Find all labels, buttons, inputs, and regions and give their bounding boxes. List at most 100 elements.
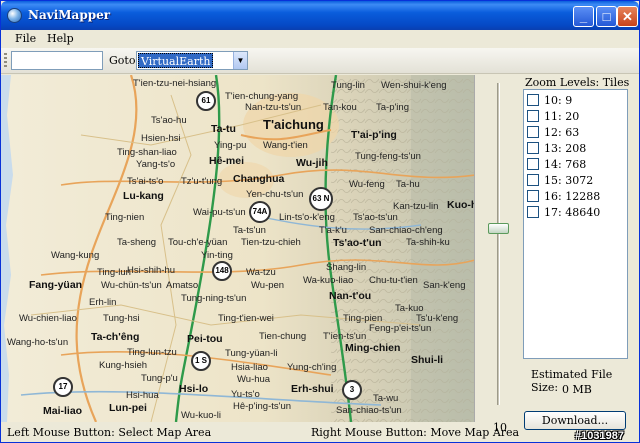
zoom-level-item[interactable]: 15: 3072 — [527, 172, 627, 188]
title-bar[interactable]: NaviMapper _ □ ✕ — [1, 1, 639, 30]
map-label: Tien-chung — [259, 331, 307, 342]
map-label: Ta-wu — [373, 393, 399, 404]
zoom-level-item[interactable]: 12: 63 — [527, 124, 627, 140]
maximize-button[interactable]: □ — [596, 6, 617, 27]
status-left-hint: Left Mouse Button: Select Map Area — [7, 426, 212, 439]
map-label: Chu-tu-t'ien — [369, 275, 418, 286]
map-label: Hsien-hsi — [141, 133, 181, 144]
map-label: Ting-nien — [105, 212, 145, 223]
map-label: Fang-yüan — [29, 279, 83, 291]
route-shield: 74A — [249, 201, 271, 223]
zoom-level-item[interactable]: 13: 208 — [527, 140, 627, 156]
download-button[interactable]: Download... — [524, 411, 626, 430]
location-input[interactable] — [11, 51, 103, 70]
zoom-level-item[interactable]: 16: 12288 — [527, 188, 627, 204]
map-label: Hsi-hua — [126, 390, 159, 401]
map-label: Lu-kang — [123, 190, 164, 202]
map-label: Yu-ts'o — [231, 389, 260, 400]
minimize-button[interactable]: _ — [573, 6, 594, 27]
zoom-level-checkbox[interactable] — [527, 174, 539, 186]
route-shield: 63 N — [309, 187, 333, 211]
watermark: #1031987 — [575, 430, 624, 442]
zoom-levels-title: Zoom Levels: Tiles — [525, 76, 630, 89]
map-label: Yang-ts'o — [136, 159, 176, 170]
zoom-level-item[interactable]: 17: 48640 — [527, 204, 627, 220]
map-label: Wang-ho-ts'un — [7, 337, 69, 348]
close-icon: ✕ — [622, 9, 633, 24]
map-label: Ting-lun-tzu — [127, 347, 177, 358]
map-label: Lun-pei — [109, 402, 147, 414]
map-label: Ta-shih-ku — [406, 237, 450, 248]
menu-file[interactable]: File — [15, 32, 36, 45]
goto-selected-value: VirtualEarth — [138, 53, 214, 68]
map-label: T'ien-tzu-nei-hsiang — [133, 78, 217, 89]
map-label: Ts'ao-hu — [151, 115, 187, 126]
chevron-down-icon[interactable]: ▼ — [233, 52, 247, 69]
map-label: Ts'ai-ts'o — [127, 176, 164, 187]
map-label: San-k'eng — [423, 280, 466, 291]
map-label: Wa-tzu — [246, 267, 276, 278]
map-label: Ta-ts'un — [233, 225, 266, 236]
slider-track[interactable] — [497, 83, 500, 405]
map-label: T'ai-p'ing — [351, 129, 397, 141]
map-label: T'ien-chung-yang — [225, 91, 299, 102]
map-label: Kan-tzu-lin — [393, 201, 439, 212]
map-label: Nan-t'ou — [329, 290, 372, 302]
map-label: Changhua — [233, 173, 285, 185]
map-label: Hê-p'ing-ts'un — [233, 401, 292, 412]
map-label: Kuo-h — [447, 199, 475, 211]
map-label: Erh-shui — [291, 383, 334, 395]
zoom-level-checkbox[interactable] — [527, 190, 539, 202]
map-label: Wu-chien-liao — [19, 313, 77, 324]
map-label: Wai-pu-ts'un — [193, 207, 246, 218]
map-label: T'ien-ts'un — [323, 331, 367, 342]
map-label: Wu-hua — [237, 374, 271, 385]
map-label: Wu-jih — [296, 157, 328, 169]
zoom-level-checkbox[interactable] — [527, 142, 539, 154]
zoom-level-checkbox[interactable] — [527, 94, 539, 106]
map-label: Tan-kou — [323, 102, 357, 113]
toolbar-grip-icon[interactable] — [4, 53, 7, 69]
zoom-level-checkbox[interactable] — [527, 206, 539, 218]
close-button[interactable]: ✕ — [617, 6, 638, 27]
zoom-level-checkbox[interactable] — [527, 126, 539, 138]
estimated-size-value: 0 MB — [562, 383, 592, 396]
map-label: San-chiao-ch'eng — [369, 225, 443, 236]
map-label: Yen-chu-ts'un — [246, 189, 304, 200]
map-label: Tung-ning-ts'un — [181, 293, 247, 304]
map-label: Hsia-liao — [231, 362, 268, 373]
zoom-level-item[interactable]: 10: 9 — [527, 92, 627, 108]
map-label: Ta-hu — [396, 179, 420, 190]
minimize-icon: _ — [579, 9, 588, 24]
map-label: Ta-tu — [211, 123, 236, 135]
map-label: Hsi-shih-hu — [127, 265, 176, 276]
route-shield: 3 — [342, 380, 362, 400]
zoom-level-item[interactable]: 11: 20 — [527, 108, 627, 124]
zoom-levels-list[interactable]: 10: 9 11: 20 12: 63 13: 208 14: 768 15: … — [523, 89, 628, 359]
window-title: NaviMapper — [28, 8, 111, 22]
menu-help[interactable]: Help — [47, 32, 74, 45]
zoom-slider[interactable]: 10 — [477, 75, 521, 434]
map-label: Ming-chien — [345, 342, 401, 354]
map-label: Ying-pu — [214, 140, 247, 151]
map-label: Yung-ch'ing — [287, 362, 337, 373]
zoom-level-checkbox[interactable] — [527, 158, 539, 170]
map-label: Lin-ts'o-k'eng — [279, 212, 335, 223]
zoom-level-checkbox[interactable] — [527, 110, 539, 122]
goto-label: Goto — [109, 54, 136, 67]
map-label: Ta-sheng — [117, 237, 157, 248]
map-label: Amatso — [166, 280, 199, 291]
map-label: Wen-shui-k'eng — [381, 80, 447, 91]
map-label: Ting-lun — [97, 267, 131, 278]
map-label: Ts'ao-ts'un — [353, 212, 398, 223]
zoom-level-label: 17: 48640 — [544, 206, 601, 219]
slider-thumb[interactable] — [488, 222, 509, 234]
map-view[interactable]: T'ien-tzu-nei-hsiang T'ien-chung-yang Tu… — [1, 75, 475, 422]
zoom-level-item[interactable]: 14: 768 — [527, 156, 627, 172]
map-label: Ting-shan-liao — [117, 147, 177, 158]
map-label: Tung-p'u — [141, 373, 178, 384]
map-label: Yin-ting — [201, 250, 233, 261]
map-label: Wa-kuo-liao — [303, 275, 354, 286]
map-label: Nan-tzu-ts'un — [245, 102, 302, 113]
goto-select[interactable]: VirtualEarth ▼ — [136, 51, 248, 70]
